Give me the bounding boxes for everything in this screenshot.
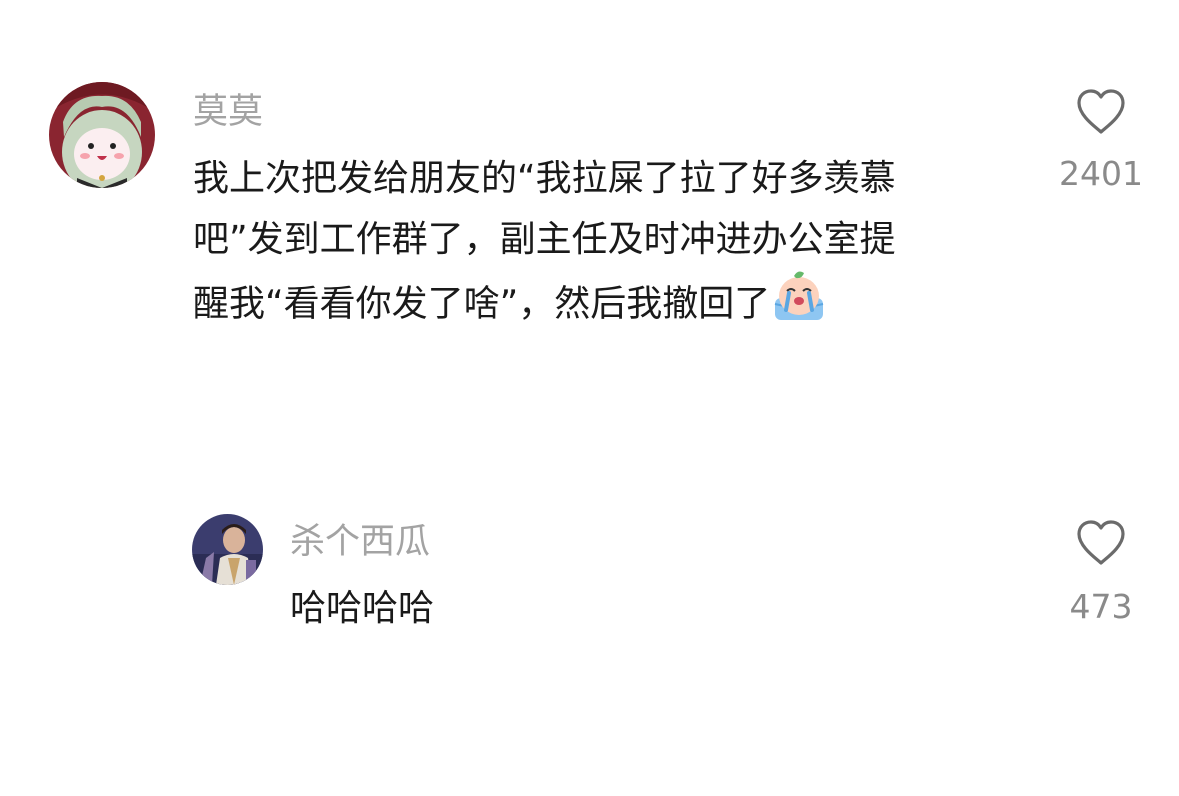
like-button[interactable]	[1075, 88, 1127, 136]
comment-text: 我上次把发给朋友的“我拉屎了拉了好多羡慕 吧”发到工作群了，副主任及时冲进办公室…	[193, 148, 896, 341]
like-count: 473	[1069, 587, 1133, 626]
crying-emoji-icon	[772, 270, 826, 341]
avatar[interactable]	[49, 82, 155, 188]
like-count: 2401	[1059, 154, 1143, 193]
like-button[interactable]	[1075, 519, 1127, 567]
username[interactable]: 莫莫	[193, 90, 263, 134]
comment-text: 哈哈哈哈	[290, 578, 434, 639]
comment-line: 吧”发到工作群了，副主任及时冲进办公室提	[193, 219, 896, 260]
comment-line: 哈哈哈哈	[290, 588, 435, 629]
comment-line: 我上次把发给朋友的“我拉屎了拉了好多羡慕	[193, 158, 896, 199]
comment-line: 醒我“看看你发了啥”，然后我撤回了	[193, 283, 771, 325]
username[interactable]: 杀个西瓜	[290, 520, 430, 564]
heart-outline-icon	[1077, 89, 1125, 134]
heart-outline-icon	[1077, 520, 1125, 565]
avatar[interactable]	[192, 514, 263, 585]
